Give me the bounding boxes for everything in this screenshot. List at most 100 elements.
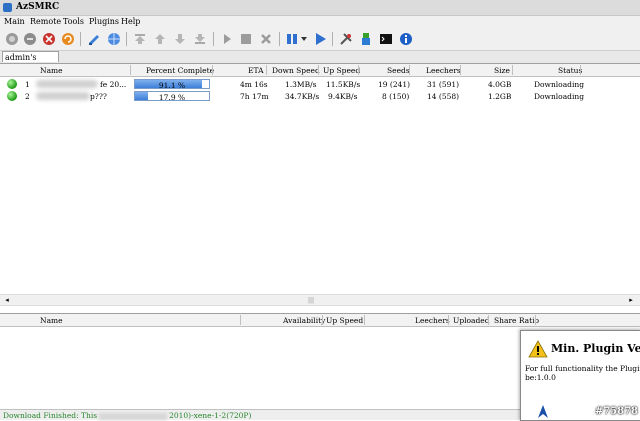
- start-icon[interactable]: [219, 31, 235, 47]
- title-bar: AzSMRC: [0, 0, 640, 16]
- menu-tools[interactable]: Tools: [63, 17, 84, 26]
- progress-bar: 17.9 %: [134, 91, 210, 102]
- percent-complete: 17.9 %: [158, 93, 186, 102]
- status-green-icon: [7, 79, 17, 89]
- move-down-icon[interactable]: [172, 31, 188, 47]
- col-peer-name[interactable]: Name: [40, 316, 63, 325]
- pause-dropdown-icon[interactable]: [300, 31, 308, 47]
- progress-bar: 91.1 %: [134, 79, 210, 90]
- stop-icon[interactable]: [238, 31, 254, 47]
- leechers: 14 (558): [427, 92, 460, 101]
- eta: 4m 16s: [240, 80, 268, 89]
- down-speed: 1.3MB/s: [285, 80, 317, 89]
- console-icon[interactable]: [378, 31, 394, 47]
- torrent-table-header: Name Percent Complete ETA Down Speed Up …: [0, 64, 640, 77]
- peers-table-header: Name Availability Up Speed Leechers Uplo…: [0, 314, 640, 327]
- column-divider: [240, 315, 241, 325]
- col-eta[interactable]: ETA: [248, 66, 263, 75]
- toolbar-separator: [126, 32, 127, 46]
- column-divider: [488, 315, 489, 325]
- column-divider: [512, 65, 513, 75]
- azureus-frog-icon: [538, 405, 548, 418]
- scroll-grip-icon[interactable]: |||: [308, 297, 314, 304]
- seeds: 19 (241): [378, 80, 411, 89]
- size: 4.0GB: [488, 80, 512, 89]
- column-divider: [448, 315, 449, 325]
- torrent-table: Name Percent Complete ETA Down Speed Up …: [0, 63, 640, 295]
- percent-complete: 91.1 %: [158, 81, 186, 90]
- torrent-name: fe 20...: [100, 80, 127, 89]
- col-size[interactable]: Size: [494, 66, 510, 75]
- redacted-name-blur: [36, 80, 98, 88]
- tab-row: admin's Torrents: [0, 51, 640, 73]
- table-row[interactable]: 2 p??? 17.9 % 7h 17m 34.7KB/s 9.4KB/s 8 …: [0, 90, 640, 102]
- column-divider: [130, 65, 131, 75]
- redacted-name-blur: [36, 92, 90, 100]
- open-torrent-icon[interactable]: [86, 31, 102, 47]
- stop-red-icon[interactable]: [41, 31, 57, 47]
- col-availability[interactable]: Availability: [283, 316, 325, 325]
- up-speed: 11.5KB/s: [326, 80, 361, 89]
- seeds: 8 (150): [382, 92, 410, 101]
- column-divider: [364, 315, 365, 325]
- plugin-icon[interactable]: [358, 31, 374, 47]
- col-peer-leechers[interactable]: Leechers: [415, 316, 450, 325]
- col-status[interactable]: Status: [558, 66, 582, 75]
- eta: 7h 17m: [240, 92, 269, 101]
- status-green-icon: [7, 91, 17, 101]
- warning-icon: [528, 340, 548, 358]
- column-divider: [460, 65, 461, 75]
- scroll-right-icon[interactable]: ▸: [626, 295, 636, 305]
- column-divider: [212, 65, 213, 75]
- popup-message: For full functionality the Pluginversi b…: [525, 364, 640, 382]
- column-divider: [358, 65, 359, 75]
- column-divider: [409, 65, 410, 75]
- col-down-speed[interactable]: Down Speed: [272, 66, 320, 75]
- toolbar-separator: [279, 32, 280, 46]
- pause-all-icon[interactable]: [284, 31, 300, 47]
- table-row[interactable]: 1 fe 20... 91.1 % 4m 16s 1.3MB/s 11.5KB/…: [0, 78, 640, 90]
- down-speed: 34.7KB/s: [285, 92, 320, 101]
- col-peer-up-speed[interactable]: Up Speed: [326, 316, 363, 325]
- menu-main[interactable]: Main: [4, 17, 25, 26]
- torrent-name: p???: [90, 92, 107, 101]
- toolbar-separator: [213, 32, 214, 46]
- open-url-icon[interactable]: [106, 31, 122, 47]
- menu-remote[interactable]: Remote: [30, 17, 61, 26]
- column-divider: [535, 315, 536, 325]
- move-top-icon[interactable]: [132, 31, 148, 47]
- col-leechers[interactable]: Leechers: [426, 66, 461, 75]
- menu-plugins[interactable]: Plugins: [89, 17, 119, 26]
- watermark: #75878: [594, 406, 638, 417]
- move-bottom-icon[interactable]: [192, 31, 208, 47]
- col-percent-complete[interactable]: Percent Complete: [146, 66, 214, 75]
- resume-all-icon[interactable]: [312, 31, 328, 47]
- remove-icon[interactable]: [258, 31, 274, 47]
- col-uploaded[interactable]: Uploaded: [453, 316, 490, 325]
- preferences-icon[interactable]: [338, 31, 354, 47]
- disconnect-icon[interactable]: [22, 31, 38, 47]
- column-divider: [266, 65, 267, 75]
- size: 1.2GB: [488, 92, 512, 101]
- toolbar: [0, 28, 640, 51]
- col-name[interactable]: Name: [40, 66, 63, 75]
- status-text: Downloading: [534, 92, 584, 101]
- connect-icon[interactable]: [4, 31, 20, 47]
- move-up-icon[interactable]: [152, 31, 168, 47]
- redacted-status-blur: [99, 412, 168, 420]
- menu-help[interactable]: Help: [121, 17, 140, 26]
- app-icon: [3, 3, 12, 12]
- col-share-ratio[interactable]: Share Ratio: [494, 316, 539, 325]
- col-seeds[interactable]: Seeds: [387, 66, 410, 75]
- scroll-left-icon[interactable]: ◂: [2, 295, 12, 305]
- tab-admins-torrents[interactable]: admin's Torrents: [2, 51, 59, 73]
- column-divider: [318, 65, 319, 75]
- info-icon[interactable]: [398, 31, 414, 47]
- column-divider: [322, 315, 323, 325]
- row-number: 2: [25, 92, 30, 101]
- horizontal-scrollbar[interactable]: ◂ ||| ▸: [0, 294, 640, 306]
- toolbar-separator: [332, 32, 333, 46]
- window-title: AzSMRC: [16, 2, 60, 12]
- refresh-orange-icon[interactable]: [60, 31, 76, 47]
- col-up-speed[interactable]: Up Speed: [323, 66, 360, 75]
